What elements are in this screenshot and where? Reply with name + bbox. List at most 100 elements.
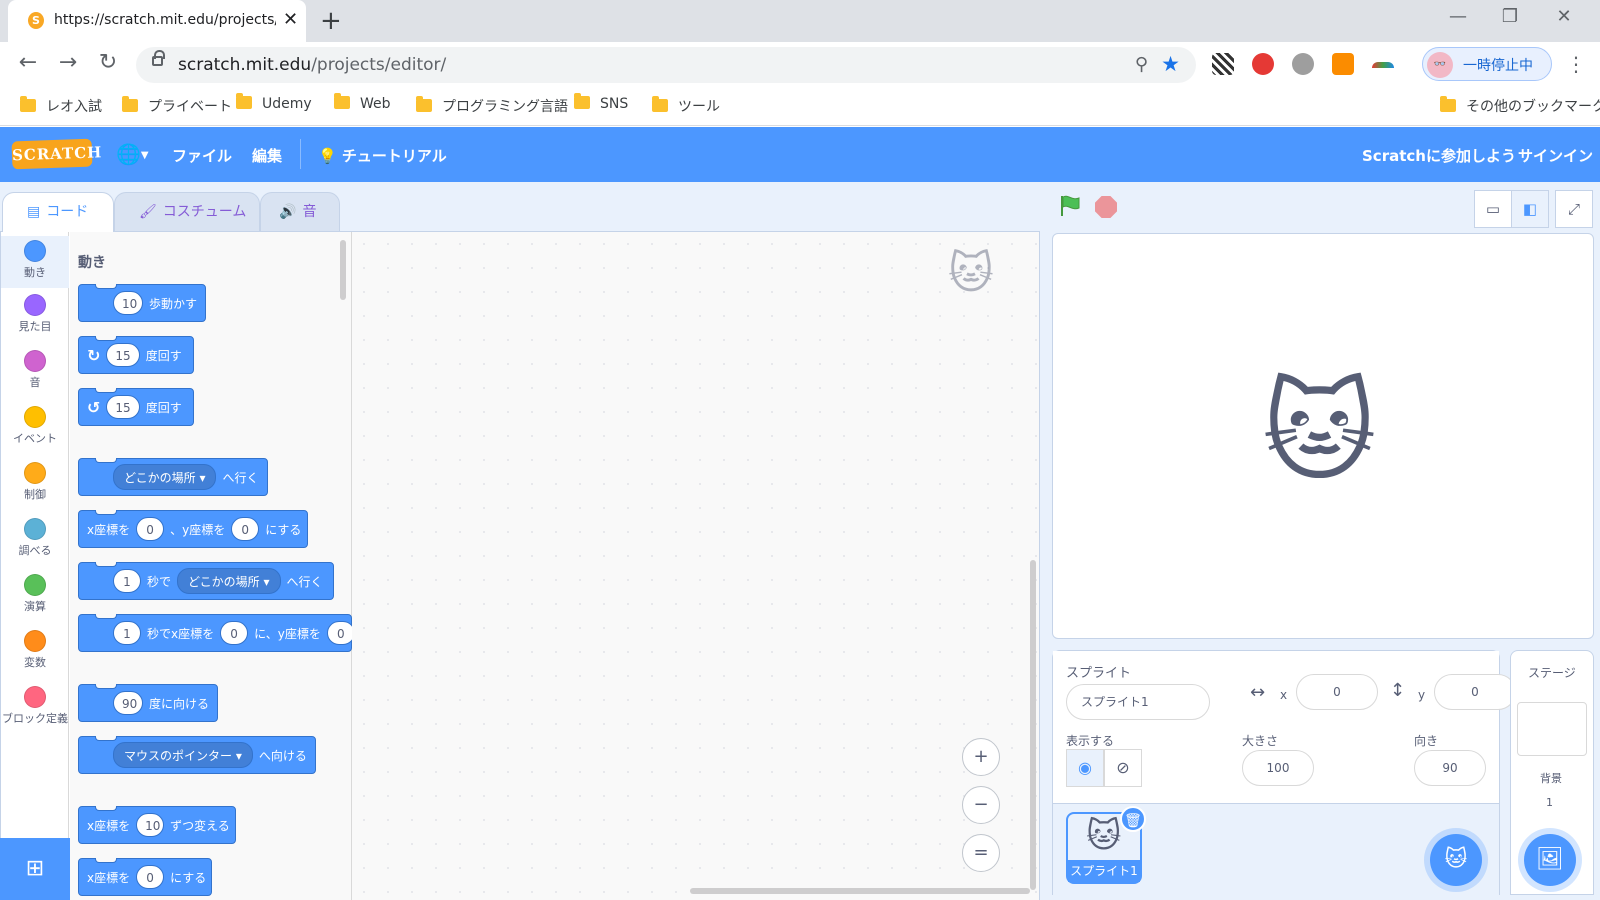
target-dropdown[interactable]: どこかの場所 ▾ [113, 464, 217, 490]
seconds-input[interactable]: 1 [113, 569, 141, 593]
hide-sprite-button[interactable]: ⊘ [1104, 749, 1142, 787]
tab-sound[interactable]: 🔊 音 [260, 192, 340, 232]
address-bar[interactable]: scratch.mit.edu/projects/editor/ ⚲ ★ [136, 47, 1196, 83]
glide-to-xy-block[interactable]: 1 秒でx座標を 0 に、y座標を 0 [78, 614, 355, 652]
x-input[interactable]: 0 [136, 865, 165, 889]
add-extension-button[interactable]: ⊞ [0, 838, 70, 900]
go-to-xy-block[interactable]: x座標を 0 、y座標を 0 にする [78, 510, 308, 548]
degrees-input[interactable]: 15 [106, 395, 140, 419]
normal-stage-button[interactable]: ◧ [1511, 190, 1549, 228]
edit-menu[interactable]: 編集 [252, 145, 282, 166]
rainbow-extension-icon[interactable] [1372, 62, 1394, 68]
show-sprite-button[interactable]: ◉ [1066, 749, 1104, 787]
chart-extension-icon[interactable] [1332, 53, 1354, 75]
turn-right-block[interactable]: ↻ 15 度回す [78, 336, 194, 374]
x-input[interactable]: 0 [220, 621, 249, 645]
restore-icon[interactable]: ❐ [1490, 6, 1530, 27]
change-x-block[interactable]: x座標を 10 ずつ変える [78, 806, 236, 844]
language-globe-icon[interactable]: 🌐▼ [116, 142, 149, 166]
sprite-cat-icon[interactable]: 🐱 [1262, 368, 1377, 496]
point-in-direction-block[interactable]: 90 度に向ける [78, 684, 218, 722]
zoom-icon[interactable]: ⚲ [1135, 54, 1148, 75]
turn-left-block[interactable]: ↺ 15 度回す [78, 388, 194, 426]
fullscreen-button[interactable]: ⤢ [1555, 190, 1593, 228]
bookmark-folder[interactable]: Web [334, 93, 391, 112]
stop-icon[interactable] [1095, 196, 1117, 218]
target-dropdown[interactable]: どこかの場所 ▾ [177, 568, 281, 594]
category-motion[interactable]: 動き [1, 236, 69, 288]
x-position-input[interactable]: 0 [1296, 674, 1378, 710]
direction-input[interactable]: 90 [1414, 750, 1486, 786]
reload-icon[interactable]: ↻ [94, 50, 122, 75]
y-input[interactable]: 0 [231, 517, 260, 541]
tab-costume[interactable]: 🖌 コスチューム [114, 192, 260, 232]
sprite-name-input[interactable]: スプライト1 [1066, 684, 1210, 720]
y-position-input[interactable]: 0 [1434, 674, 1516, 710]
small-stage-button[interactable]: ▭ [1474, 190, 1512, 228]
glide-to-block[interactable]: 1 秒で どこかの場所 ▾ へ行く [78, 562, 334, 600]
choose-sprite-button[interactable]: 🐱 [1430, 834, 1482, 886]
point-towards-block[interactable]: マウスのポインター ▾ へ向ける [78, 736, 316, 774]
category-sound[interactable]: 音 [1, 350, 69, 390]
show-label: 表示する [1066, 734, 1115, 748]
workspace-horizontal-scrollbar[interactable] [690, 888, 1030, 894]
zoom-out-button[interactable]: − [962, 786, 1000, 824]
bookmark-folder[interactable]: プライベート [122, 96, 232, 116]
category-my-blocks[interactable]: ブロック定義 [1, 686, 69, 726]
palette-scrollbar[interactable] [340, 240, 346, 300]
tab-code[interactable]: ▤ コード [2, 192, 114, 232]
sign-in-link[interactable]: サインイン [1518, 145, 1593, 166]
forward-icon[interactable]: → [54, 50, 82, 75]
close-window-icon[interactable]: ✕ [1544, 6, 1584, 27]
delete-sprite-button[interactable]: 🗑 [1120, 806, 1146, 832]
category-looks[interactable]: 見た目 [1, 294, 69, 334]
browser-menu-icon[interactable]: ⋮ [1566, 52, 1586, 76]
y-input[interactable]: 0 [326, 621, 355, 645]
tutorial-menu[interactable]: 💡 チュートリアル [318, 145, 447, 166]
bookmark-star-icon[interactable]: ★ [1161, 52, 1180, 76]
green-flag-icon[interactable] [1058, 194, 1082, 218]
category-operators[interactable]: 演算 [1, 574, 69, 614]
profile-button[interactable]: 👓 一時停止中 [1422, 47, 1552, 81]
choose-backdrop-button[interactable]: 🖼 [1524, 834, 1576, 886]
backdrop-label: 背景 [1540, 772, 1562, 785]
back-icon[interactable]: ← [14, 50, 42, 75]
operators-dot-icon [24, 574, 46, 596]
zoom-in-button[interactable]: + [962, 738, 1000, 776]
size-input[interactable]: 100 [1242, 750, 1314, 786]
target-dropdown[interactable]: マウスのポインター ▾ [113, 742, 253, 768]
go-to-block[interactable]: どこかの場所 ▾ へ行く [78, 458, 268, 496]
scratch-logo[interactable]: SCRATCH [11, 138, 103, 170]
skype-extension-icon[interactable] [1292, 53, 1314, 75]
category-variables[interactable]: 変数 [1, 630, 69, 670]
zoom-reset-button[interactable]: = [962, 834, 1000, 872]
qr-extension-icon[interactable] [1212, 53, 1234, 75]
browser-tab[interactable]: S https://scratch.mit.edu/projects/e ✕ [8, 0, 306, 42]
new-tab-button[interactable]: + [320, 6, 342, 36]
degrees-input[interactable]: 15 [106, 343, 140, 367]
bookmark-folder[interactable]: Udemy [236, 93, 312, 112]
steps-input[interactable]: 10 [113, 291, 143, 315]
other-bookmarks[interactable]: その他のブックマーク [1440, 96, 1600, 116]
bookmark-folder[interactable]: プログラミング言語 [416, 96, 568, 116]
seconds-input[interactable]: 1 [113, 621, 141, 645]
backdrop-thumbnail[interactable] [1517, 702, 1587, 756]
change-input[interactable]: 10 [136, 813, 165, 837]
close-tab-icon[interactable]: ✕ [283, 9, 298, 30]
minimize-icon[interactable]: — [1438, 6, 1478, 27]
bookmark-folder[interactable]: レオ入試 [20, 96, 102, 116]
direction-input[interactable]: 90 [113, 691, 143, 715]
bookmark-folder[interactable]: ツール [652, 96, 720, 116]
set-x-block[interactable]: x座標を 0 にする [78, 858, 212, 896]
category-sensing[interactable]: 調べる [1, 518, 69, 558]
script-workspace[interactable] [352, 232, 1039, 900]
x-input[interactable]: 0 [136, 517, 165, 541]
trend-extension-icon[interactable] [1252, 53, 1274, 75]
category-events[interactable]: イベント [1, 406, 69, 446]
category-control[interactable]: 制御 [1, 462, 69, 502]
move-steps-block[interactable]: 10 歩動かす [78, 284, 206, 322]
file-menu[interactable]: ファイル [172, 145, 232, 166]
bookmark-folder[interactable]: SNS [574, 93, 628, 112]
workspace-vertical-scrollbar[interactable] [1030, 560, 1036, 890]
join-scratch-link[interactable]: Scratchに参加しよう [1362, 145, 1516, 166]
